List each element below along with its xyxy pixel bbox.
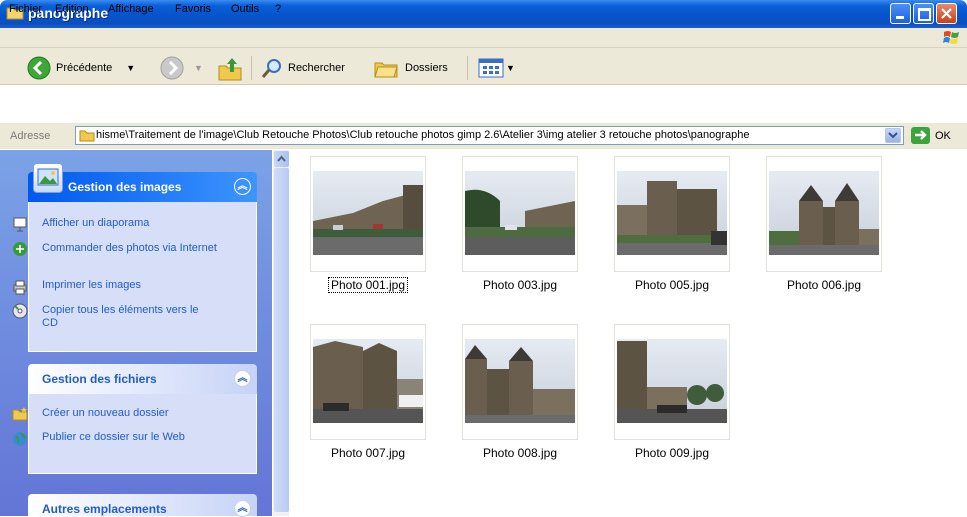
thumbnail-photo-006[interactable] [766,156,882,272]
toolbar-separator [251,56,252,80]
link-order-online[interactable]: Commander des photos via Internet [42,242,242,255]
thumbnail-photo-005[interactable] [614,156,730,272]
files-panel-header[interactable]: Gestion des fichiers ︽ [28,364,257,394]
scroll-up-button[interactable] [274,151,289,167]
menu-outils[interactable]: Outils [231,3,259,15]
collapse-icon[interactable]: ︽ [234,370,251,387]
other-places-header[interactable]: Autres emplacements ︽ [28,494,257,517]
chevron-down-icon[interactable]: ▼ [126,63,135,73]
folders-button[interactable]: Dossiers [373,57,448,79]
folders-icon [374,62,398,78]
menu-bar [0,28,967,48]
chevron-down-icon [888,132,898,139]
chevron-down-icon[interactable]: ▼ [194,63,203,73]
link-copy-cd[interactable]: Copier tous les éléments vers le CD [42,304,207,330]
chevron-up-icon [277,155,286,162]
file-label[interactable]: Photo 008.jpg [445,446,595,460]
menu-fichier[interactable]: Fichier [9,3,42,15]
link-slideshow[interactable]: Afficher un diaporama [42,217,149,230]
go-button[interactable] [911,127,930,144]
address-dropdown-button[interactable] [885,128,901,143]
menu-favoris[interactable]: Favoris [175,3,211,15]
folders-label: Dossiers [405,62,448,74]
link-new-folder[interactable]: Créer un nouveau dossier [42,407,169,420]
back-button[interactable]: Précédente ▼ [27,56,135,80]
file-label[interactable]: Photo 009.jpg [597,446,747,460]
photo-preview [313,171,423,255]
link-publish-web[interactable]: Publier ce dossier sur le Web [42,431,217,444]
collapse-icon[interactable]: ︽ [234,500,251,517]
thumbnail-photo-007[interactable] [310,324,426,440]
views-icon [478,58,504,78]
file-label[interactable]: Photo 005.jpg [597,278,747,292]
file-label[interactable]: Photo 007.jpg [293,446,443,460]
menu-affichage[interactable]: Affichage [108,3,154,15]
thumbnail-photo-003[interactable] [462,156,578,272]
scrollbar-thumb[interactable] [274,168,289,512]
search-label: Rechercher [288,62,345,74]
close-button[interactable] [936,3,957,24]
other-places-title: Autres emplacements [42,502,167,516]
photo-preview [769,171,879,255]
chevron-down-icon[interactable]: ▼ [506,63,515,73]
views-button[interactable]: ▼ [478,58,515,78]
printer-icon [13,280,27,295]
photo-preview [313,339,423,423]
files-panel-title: Gestion des fichiers [42,372,157,386]
forward-arrow-icon [160,56,184,80]
file-label[interactable]: Photo 001.jpg [293,277,443,293]
new-folder-icon [12,407,28,421]
menu-help[interactable]: ? [275,3,281,15]
folder-icon [79,130,95,142]
file-label[interactable]: Photo 006.jpg [749,278,899,292]
thumbnail-photo-001[interactable] [310,156,426,272]
back-arrow-icon [27,56,51,80]
cd-icon [12,303,28,319]
folder-up-icon[interactable] [217,56,243,82]
photo-preview [465,171,575,255]
images-panel-title: Gestion des images [68,180,182,194]
address-label: Adresse [10,130,51,142]
windows-logo-icon [943,31,959,44]
search-icon [261,59,281,78]
photo-preview [617,171,727,255]
maximize-button[interactable] [913,3,934,24]
toolbar-separator [467,56,468,80]
go-arrow-icon [915,130,927,140]
minimize-button[interactable] [890,3,911,24]
thumbnail-photo-009[interactable] [614,324,730,440]
file-label[interactable]: Photo 003.jpg [445,278,595,292]
collapse-icon[interactable]: ︽ [234,178,251,195]
back-label: Précédente [56,62,113,74]
slideshow-icon [13,217,27,232]
order-prints-icon [13,242,27,256]
forward-button[interactable]: ▼ [160,56,203,80]
search-button[interactable]: Rechercher [261,57,345,79]
address-path: hisme\Traitement de l'image\Club Retouch… [96,129,750,141]
link-print[interactable]: Imprimer les images [42,279,141,292]
thumbnail-photo-008[interactable] [462,324,578,440]
publish-web-icon [13,432,27,446]
menu-edition[interactable]: Edition [55,3,89,15]
go-label[interactable]: OK [935,130,951,142]
photo-preview [465,339,575,423]
picture-tasks-icon [33,163,63,193]
close-icon [941,8,952,19]
photo-preview [617,339,727,423]
